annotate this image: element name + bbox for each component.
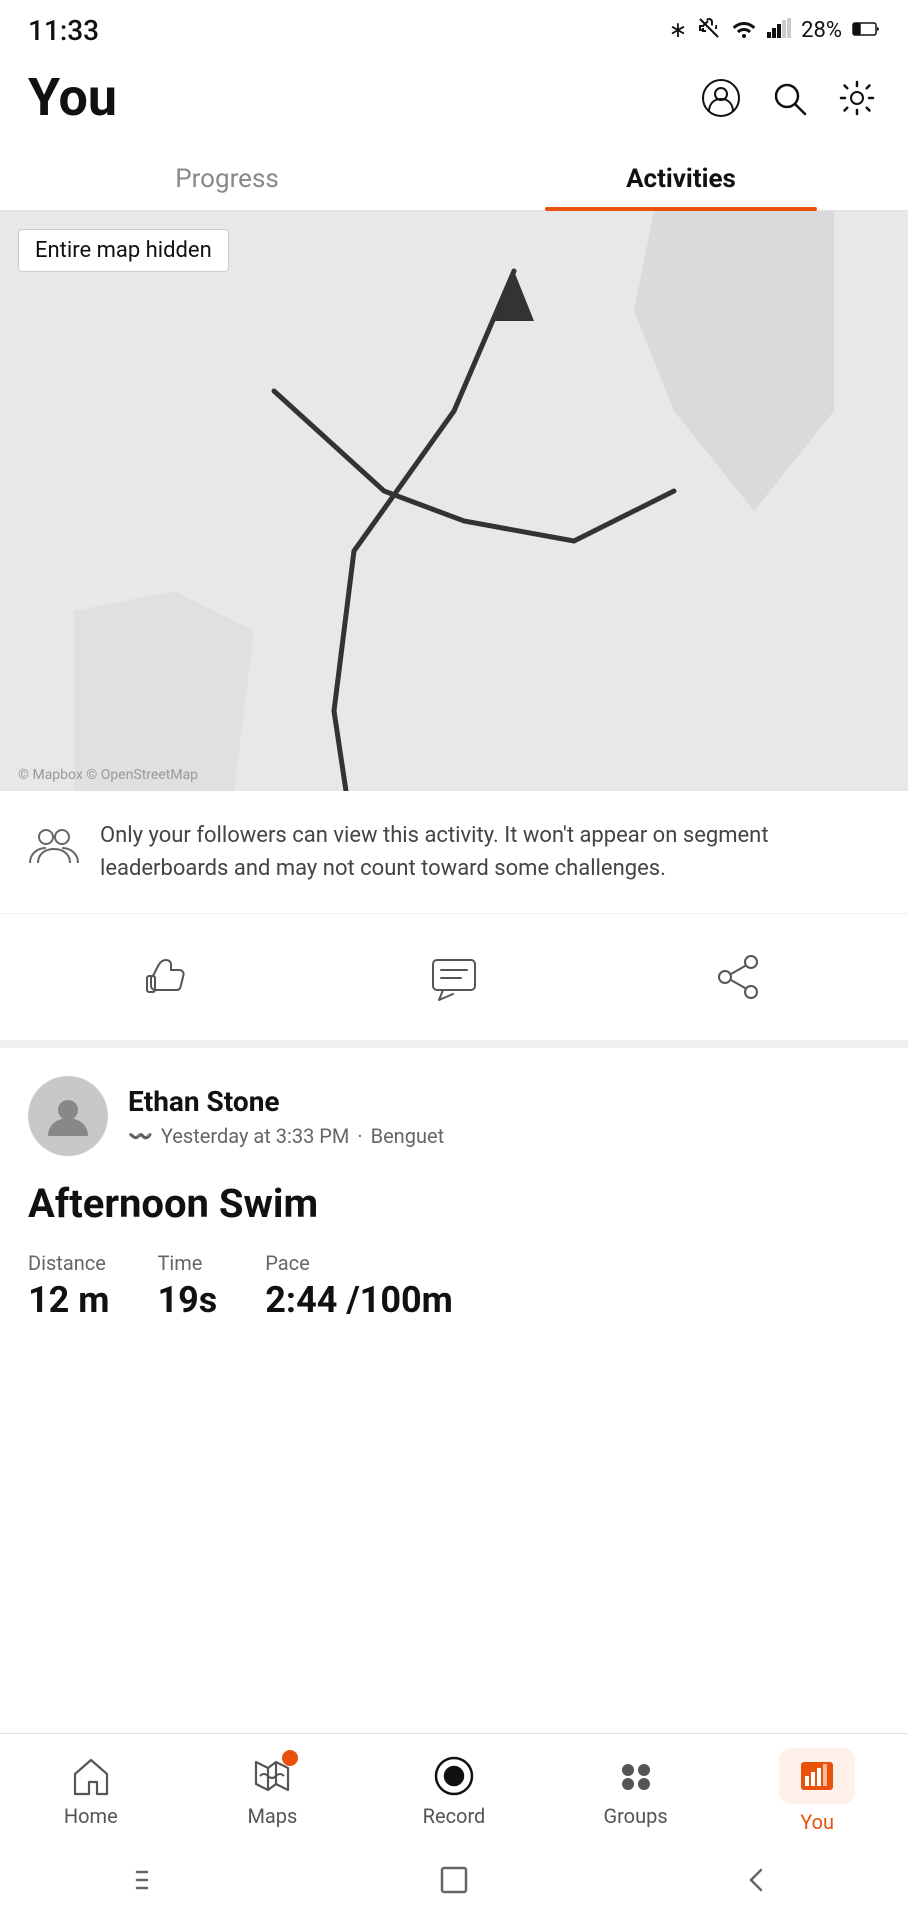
stat-time-label: Time (157, 1251, 217, 1275)
android-nav-bar (0, 1844, 908, 1920)
nav-you[interactable]: You (767, 1748, 867, 1834)
groups-icon (614, 1754, 658, 1798)
bottom-navigation: Home Maps Record (0, 1733, 908, 1920)
share-button[interactable] (711, 950, 765, 1004)
map-watermark: © Mapbox © OpenStreetMap (18, 767, 198, 783)
mute-icon (697, 16, 721, 46)
stat-pace-value: 2:44 /100m (265, 1279, 453, 1321)
nav-items: Home Maps Record (0, 1734, 908, 1844)
signal-icon (767, 18, 791, 44)
nav-groups-label: Groups (603, 1804, 667, 1828)
activity-stats: Distance 12 m Time 19s Pace 2:44 /100m (28, 1251, 880, 1321)
nav-record[interactable]: Record (404, 1754, 504, 1828)
privacy-notice: Only your followers can view this activi… (0, 791, 908, 914)
android-back-button[interactable] (727, 1860, 787, 1900)
nav-home-label: Home (64, 1804, 118, 1828)
like-button[interactable] (143, 950, 197, 1004)
activity-actions (0, 914, 908, 1048)
tab-progress[interactable]: Progress (0, 144, 454, 210)
activity-meta: Ethan Stone 〰️ Yesterday at 3:33 PM · Be… (128, 1085, 444, 1148)
nav-maps-label: Maps (247, 1804, 297, 1828)
stat-pace: Pace 2:44 /100m (265, 1251, 453, 1321)
nav-maps[interactable]: Maps (222, 1754, 322, 1828)
map-route-svg (0, 211, 908, 791)
tab-activities[interactable]: Activities (454, 144, 908, 210)
maps-badge (282, 1750, 298, 1766)
tab-bar: Progress Activities (0, 144, 908, 211)
activity-card: Ethan Stone 〰️ Yesterday at 3:33 PM · Be… (0, 1048, 908, 1349)
activity-time: Yesterday at 3:33 PM (161, 1124, 349, 1148)
record-icon (432, 1754, 476, 1798)
page-title: You (28, 67, 117, 128)
stat-distance: Distance 12 m (28, 1251, 109, 1321)
stat-time: Time 19s (157, 1251, 217, 1321)
header-action-icons (698, 75, 880, 121)
stat-distance-value: 12 m (28, 1279, 109, 1321)
battery-status: 28% (801, 18, 842, 43)
stat-distance-label: Distance (28, 1251, 109, 1275)
map-hidden-label: Entire map hidden (18, 229, 229, 272)
status-icons: ∗ 28% (669, 16, 880, 46)
activity-header: Ethan Stone 〰️ Yesterday at 3:33 PM · Be… (28, 1076, 880, 1156)
activity-location: Benguet (371, 1124, 445, 1148)
android-menu-button[interactable] (121, 1860, 181, 1900)
android-home-button[interactable] (424, 1860, 484, 1900)
status-bar: 11:33 ∗ 28% (0, 0, 908, 57)
page-header: You (0, 57, 908, 144)
profile-button[interactable] (698, 75, 744, 121)
nav-record-label: Record (423, 1804, 486, 1828)
swim-icon: 〰️ (128, 1124, 153, 1148)
nav-you-label: You (800, 1810, 834, 1834)
nav-groups[interactable]: Groups (586, 1754, 686, 1828)
home-icon (69, 1754, 113, 1798)
status-time: 11:33 (28, 14, 99, 47)
privacy-text: Only your followers can view this activi… (100, 819, 880, 885)
nav-home[interactable]: Home (41, 1754, 141, 1828)
bluetooth-icon: ∗ (669, 18, 687, 43)
wifi-icon (731, 17, 757, 45)
stat-pace-label: Pace (265, 1251, 453, 1275)
you-icon (779, 1748, 855, 1804)
settings-button[interactable] (834, 75, 880, 121)
battery-icon (852, 18, 880, 43)
activity-map[interactable]: Entire map hidden © Mapbox © OpenStreetM… (0, 211, 908, 791)
privacy-icon (28, 821, 80, 873)
comment-button[interactable] (427, 950, 481, 1004)
avatar (28, 1076, 108, 1156)
activity-meta-info: 〰️ Yesterday at 3:33 PM · Benguet (128, 1124, 444, 1148)
search-button[interactable] (766, 75, 812, 121)
stat-time-value: 19s (157, 1279, 217, 1321)
activity-user-name: Ethan Stone (128, 1085, 444, 1118)
activity-title: Afternoon Swim (28, 1180, 880, 1227)
maps-icon (250, 1754, 294, 1798)
